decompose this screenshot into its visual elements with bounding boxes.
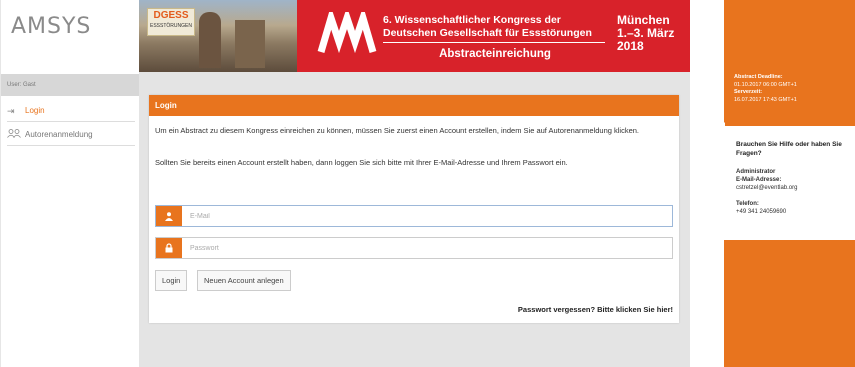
login-button[interactable]: Login [155,270,188,291]
sidebar-item-label: Autorenanmeldung [25,129,93,139]
lock-icon [156,238,182,258]
deadline-info: Abstract Deadline: 01.10.2017 06:00 GMT+… [734,74,797,103]
login-panel-header: Login [149,95,679,116]
munich-photo: DGESS ESSSTÖRUNGEN [139,0,297,72]
help-contact: Administrator E-Mail-Adresse: cstretzel@… [736,168,851,216]
user-status: User: Gast [1,74,139,96]
congress-logo-icon [317,12,377,54]
help-question: Brauchen Sie Hilfe oder haben Sie Fragen… [736,141,842,157]
congress-subtitle: Abstracteinreichung [439,48,551,60]
congress-title: 6. Wissenschaftlicher Kongress der Deuts… [383,14,592,39]
sidebar-item-author-registration[interactable]: Autorenanmeldung [7,124,135,146]
user-icon [156,206,182,226]
login-intro-text-2: Sollten Sie bereits einen Account erstel… [155,158,568,167]
sidebar: AMSYS User: Gast ⇥ Login Autorenanmeldun… [0,0,139,367]
help-box-pointer [718,122,725,136]
congress-banner: DGESS ESSSTÖRUNGEN 6. Wissenschaftlicher… [139,0,690,72]
email-field-group [155,205,673,227]
sidebar-item-login[interactable]: ⇥ Login [7,100,135,122]
admin-phone: +49 341 24059690 [736,209,787,215]
forgot-password-link[interactable]: Passwort vergessen? Bitte klicken Sie hi… [518,305,673,314]
new-account-button[interactable]: Neuen Account anlegen [197,270,291,291]
dgess-logo: DGESS ESSSTÖRUNGEN [147,8,195,36]
users-icon [7,124,25,146]
app-logo: AMSYS [11,14,92,39]
email-input[interactable] [182,206,672,226]
congress-location-date: München 1.–3. März 2018 [617,13,675,53]
password-input[interactable] [182,238,672,258]
login-arrow-icon: ⇥ [7,105,15,116]
login-panel: Login Um ein Abstract zu diesem Kongress… [149,95,679,323]
admin-email-link[interactable]: cstretzel@eventlab.org [736,184,851,192]
login-intro-text: Um ein Abstract zu diesem Kongress einre… [155,126,640,135]
sidebar-item-label: Login [25,105,45,115]
password-field-group [155,237,673,259]
